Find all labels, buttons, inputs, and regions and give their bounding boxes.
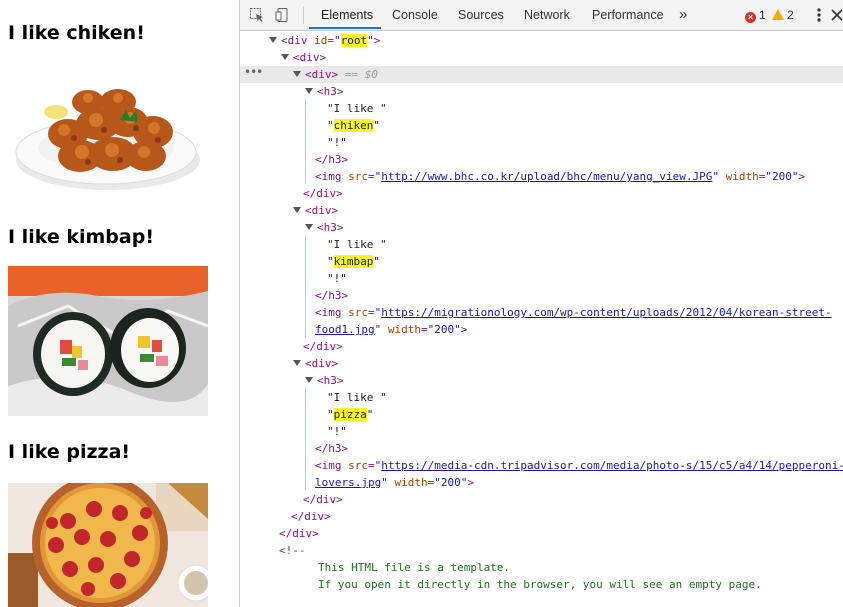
indent-guide bbox=[305, 99, 306, 184]
dom-tree: ••• <div id="root"> <div> <div> == $0 <h… bbox=[240, 31, 843, 607]
img-src-link[interactable]: lovers.jpg bbox=[315, 476, 381, 489]
pizza-photo bbox=[8, 483, 208, 607]
dom-node-img[interactable]: <img src="https://migrationology.com/wp-… bbox=[315, 304, 832, 321]
page-preview: I like chiken! I like kimbap! I like piz… bbox=[0, 0, 239, 607]
img-src-link[interactable]: food1.jpg bbox=[315, 323, 375, 336]
dom-node-h3-close[interactable]: </h3> bbox=[315, 151, 348, 168]
img-src-link[interactable]: http://www.bhc.co.kr/upload/bhc/menu/yan… bbox=[381, 170, 712, 183]
text-node[interactable]: "!" bbox=[327, 134, 347, 151]
dom-node-div-close[interactable]: </div> bbox=[303, 338, 343, 355]
expand-triangle-icon[interactable] bbox=[293, 360, 301, 366]
node-actions-ellipsis[interactable]: ••• bbox=[244, 66, 263, 83]
tab-performance[interactable]: Performance bbox=[592, 0, 664, 30]
dom-node-img-cont[interactable]: food1.jpg" width="200"> bbox=[315, 321, 467, 338]
warning-icon bbox=[772, 9, 784, 20]
expand-triangle-icon[interactable] bbox=[281, 54, 289, 60]
dom-node-div[interactable]: <div> bbox=[293, 202, 338, 219]
dom-node-root[interactable]: <div id="root"> bbox=[269, 32, 380, 49]
img-src-link[interactable]: https://media-cdn.tripadvisor.com/media/… bbox=[381, 459, 843, 472]
more-tabs-button[interactable]: » bbox=[679, 0, 687, 30]
dom-node-div[interactable]: <div> bbox=[293, 355, 338, 372]
text-node[interactable]: "!" bbox=[327, 423, 347, 440]
text-node[interactable]: "I like " bbox=[327, 389, 387, 406]
inspect-element-icon[interactable] bbox=[249, 7, 265, 23]
text-node[interactable]: "I like " bbox=[327, 100, 387, 117]
indent-guide bbox=[305, 236, 306, 338]
text-node[interactable]: "pizza" bbox=[327, 406, 373, 423]
expand-triangle-icon[interactable] bbox=[305, 224, 313, 230]
tab-network[interactable]: Network bbox=[524, 0, 570, 30]
kimbap-photo bbox=[8, 266, 208, 416]
comment-line[interactable]: If you open it directly in the browser, … bbox=[318, 576, 762, 593]
text-node[interactable]: "I like " bbox=[327, 236, 387, 253]
dom-node-root-close[interactable]: </div> bbox=[279, 525, 319, 542]
dom-node-h3-close[interactable]: </h3> bbox=[315, 440, 348, 457]
dom-node-div-close[interactable]: </div> bbox=[303, 491, 343, 508]
comment-line[interactable]: This HTML file is a template. bbox=[318, 559, 510, 576]
indent-guide bbox=[305, 388, 306, 490]
tab-console[interactable]: Console bbox=[392, 0, 438, 30]
expand-triangle-icon[interactable] bbox=[305, 88, 313, 94]
text-node[interactable]: "chiken" bbox=[327, 117, 380, 134]
text-node[interactable]: "!" bbox=[327, 270, 347, 287]
devtools-panel: Elements Console Sources Network Perform… bbox=[239, 0, 843, 607]
dom-node-img[interactable]: <img src="https://media-cdn.tripadvisor.… bbox=[315, 457, 843, 474]
food-heading: I like pizza! bbox=[8, 441, 131, 463]
devtools-toolbar: Elements Console Sources Network Perform… bbox=[240, 0, 843, 31]
expand-triangle-icon[interactable] bbox=[293, 71, 301, 77]
device-toolbar-icon[interactable] bbox=[275, 7, 291, 23]
text-node[interactable]: "kimbap" bbox=[327, 253, 380, 270]
more-options-icon[interactable] bbox=[811, 7, 827, 23]
expand-triangle-icon[interactable] bbox=[269, 37, 277, 43]
dom-node-img-cont[interactable]: lovers.jpg" width="200"> bbox=[315, 474, 474, 491]
dom-node-div[interactable]: <div> bbox=[281, 49, 326, 66]
img-src-link[interactable]: https://migrationology.com/wp-content/up… bbox=[381, 306, 831, 319]
comment-open[interactable]: <!-- bbox=[279, 542, 306, 559]
food-heading: I like chiken! bbox=[8, 22, 145, 44]
tab-sources[interactable]: Sources bbox=[458, 0, 504, 30]
toolbar-separator bbox=[303, 6, 304, 24]
expand-triangle-icon[interactable] bbox=[293, 207, 301, 213]
active-tab-indicator bbox=[309, 27, 381, 29]
warning-counter[interactable]: 2 bbox=[772, 0, 794, 30]
error-counter[interactable]: × 1 bbox=[745, 0, 766, 30]
dom-node-h3[interactable]: <h3> bbox=[305, 83, 344, 100]
tab-elements[interactable]: Elements bbox=[321, 0, 373, 30]
food-heading: I like kimbap! bbox=[8, 226, 154, 248]
dom-node-div-close[interactable]: </div> bbox=[291, 508, 331, 525]
expand-triangle-icon[interactable] bbox=[305, 377, 313, 383]
dom-node-img[interactable]: <img src="http://www.bhc.co.kr/upload/bh… bbox=[315, 168, 805, 185]
dom-node-h3[interactable]: <h3> bbox=[305, 219, 344, 236]
chicken-photo bbox=[8, 62, 208, 202]
dom-node-div-close[interactable]: </div> bbox=[303, 185, 343, 202]
close-devtools-icon[interactable] bbox=[830, 7, 843, 23]
dom-node-h3-close[interactable]: </h3> bbox=[315, 287, 348, 304]
dom-node-div-selected[interactable]: <div> == $0 bbox=[293, 66, 378, 83]
error-icon: × bbox=[745, 12, 756, 23]
dom-node-h3[interactable]: <h3> bbox=[305, 372, 344, 389]
